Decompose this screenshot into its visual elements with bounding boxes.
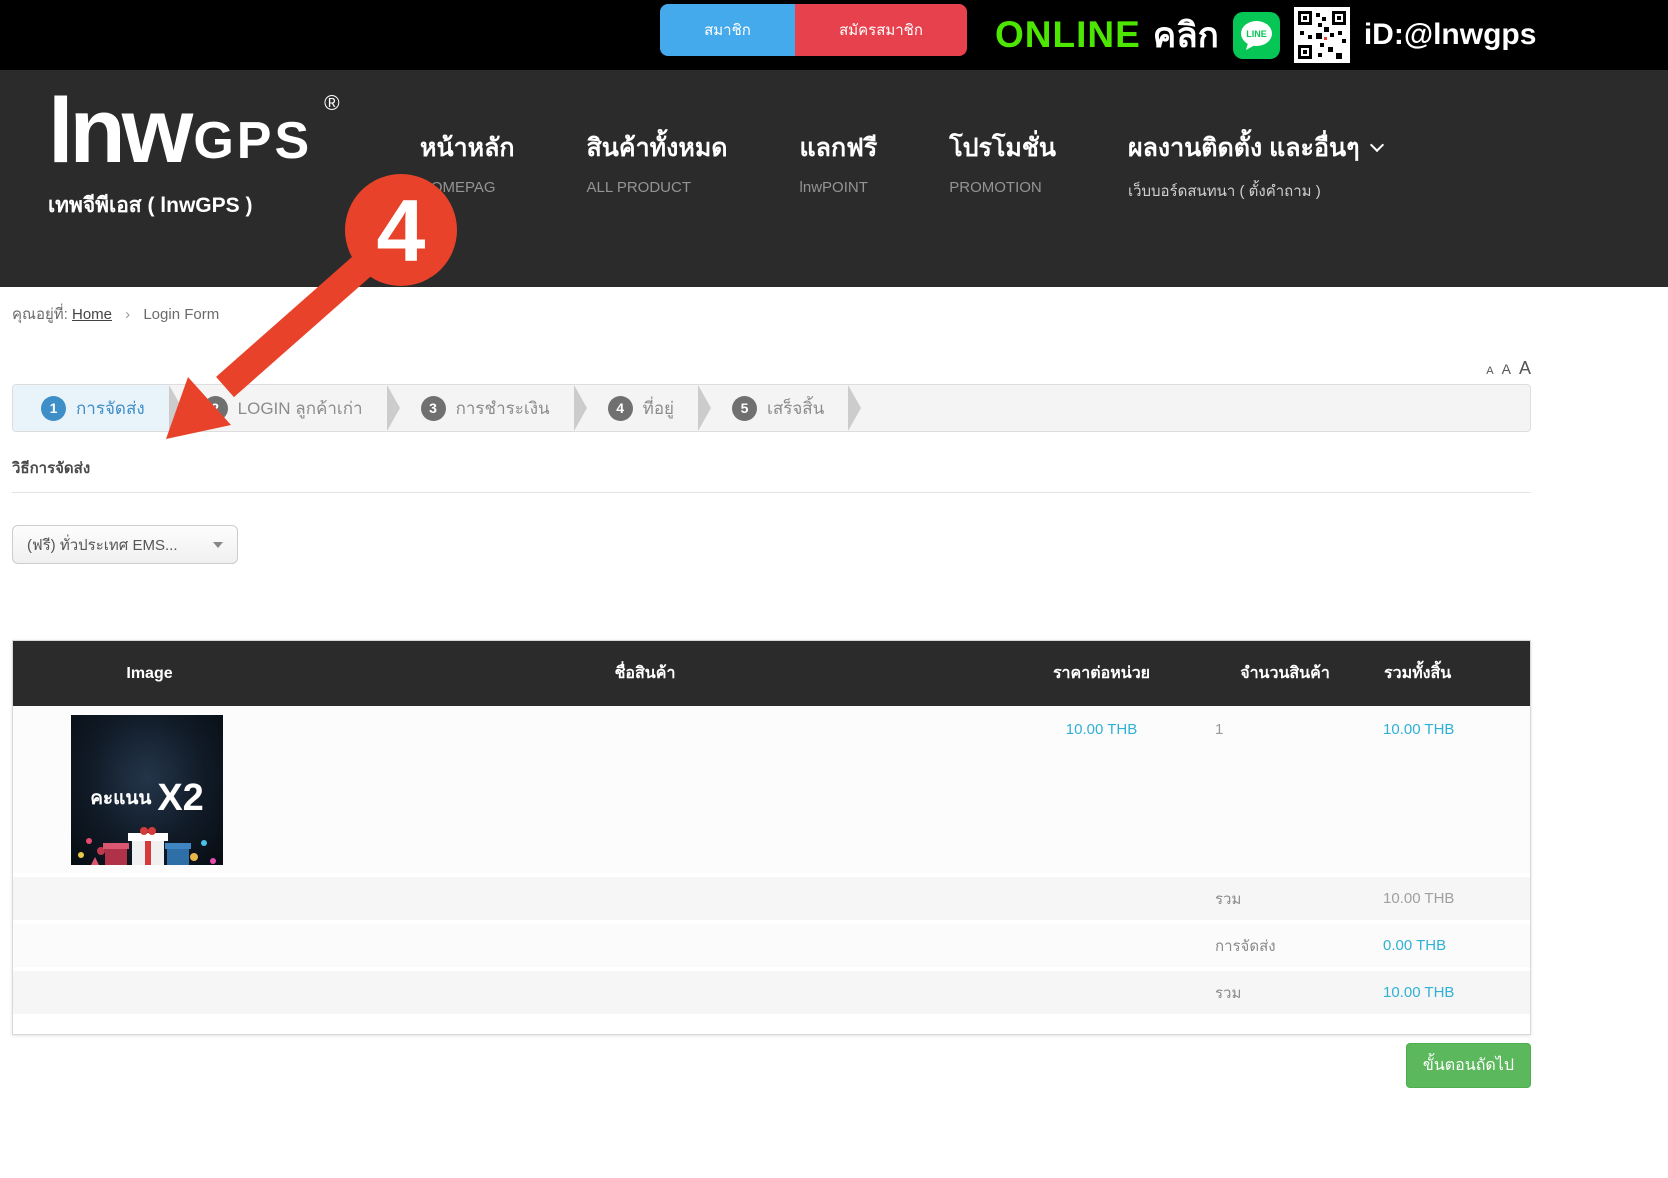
nav-title: แลกฟรี bbox=[800, 128, 878, 168]
font-size-medium-button[interactable]: A bbox=[1502, 361, 1511, 377]
cart-table-header: Image ชื่อสินค้า ราคาต่อหน่วย จำนวนสินค้… bbox=[13, 641, 1530, 706]
shipping-cost-label: การจัดส่ง bbox=[1199, 934, 1371, 958]
step-number-badge: 3 bbox=[421, 396, 446, 421]
shipping-method-value: (ฟรี) ทั่วประเทศ EMS... bbox=[27, 533, 178, 557]
nav-title: สินค้าทั้งหมด bbox=[587, 128, 728, 168]
step-tab-address[interactable]: 4 ที่อยู่ bbox=[574, 385, 698, 431]
gift-boxes-icon bbox=[71, 823, 223, 865]
col-header-quantity: จำนวนสินค้า bbox=[1199, 661, 1371, 686]
logo-subtitle: เทพจีพีเอส ( lnwGPS ) bbox=[48, 189, 340, 222]
site-header: lnw GPS ® เทพจีพีเอส ( lnwGPS ) หน้าหลัก… bbox=[0, 70, 1668, 287]
nav-subtitle: เว็บบอร์ดสนทนา ( ตั้งคำถาม ) bbox=[1128, 179, 1382, 203]
line-icon-label: LINE bbox=[1246, 29, 1267, 39]
breadcrumb-current: Login Form bbox=[143, 306, 219, 323]
member-button[interactable]: สมาชิก bbox=[660, 4, 795, 56]
topbar-buttons: สมาชิก สมัครสมาชิก bbox=[660, 4, 967, 56]
points-x2-graphic: คะแนนX2 bbox=[71, 777, 223, 820]
click-text: คลิก bbox=[1153, 8, 1219, 63]
step-tab-finish[interactable]: 5 เสร็จสิ้น bbox=[698, 385, 848, 431]
step-number-badge: 5 bbox=[732, 396, 757, 421]
nav-item-all-products[interactable]: สินค้าทั้งหมด ALL PRODUCT bbox=[587, 128, 728, 203]
unit-price-value: 10.00 THB bbox=[1004, 706, 1199, 738]
nav-subtitle: ALL PRODUCT bbox=[587, 179, 728, 196]
nav-item-promotion[interactable]: โปรโมชั่น PROMOTION bbox=[949, 128, 1056, 203]
step-tab-payment[interactable]: 3 การชำระเงิน bbox=[387, 385, 574, 431]
online-click-banner[interactable]: ONLINE คลิก LINE iD:@lnwgps bbox=[995, 0, 1536, 70]
nav-title: โปรโมชั่น bbox=[949, 128, 1056, 168]
line-total-value: 10.00 THB bbox=[1371, 706, 1530, 738]
shipping-method-dropdown[interactable]: (ฟรี) ทั่วประเทศ EMS... bbox=[12, 525, 238, 564]
checkout-step-wizard: 1 การจัดส่ง 2 LOGIN ลูกค้าเก่า 3 การชำระ… bbox=[12, 384, 1531, 432]
divider bbox=[12, 492, 1531, 493]
nav-subtitle: HOMEPAG bbox=[420, 179, 515, 196]
step-label: เสร็จสิ้น bbox=[767, 395, 824, 422]
logo-lnw-text: lnw bbox=[48, 88, 189, 175]
logo[interactable]: lnw GPS ® เทพจีพีเอส ( lnwGPS ) bbox=[48, 88, 340, 222]
caret-down-icon bbox=[213, 542, 223, 548]
subtotal-value: 10.00 THB bbox=[1371, 890, 1530, 907]
col-header-image: Image bbox=[13, 665, 286, 683]
step-label: การชำระเงิน bbox=[456, 395, 550, 422]
breadcrumb-prefix: คุณอยู่ที่: bbox=[12, 306, 68, 323]
line-icon[interactable]: LINE bbox=[1233, 12, 1280, 59]
line-id-text: iD:@lnwgps bbox=[1364, 18, 1537, 52]
step-label: ที่อยู่ bbox=[643, 395, 674, 422]
nav-title: ผลงานติดตั้ง และอื่นๆ bbox=[1128, 134, 1360, 162]
main-nav: หน้าหลัก HOMEPAG สินค้าทั้งหมด ALL PRODU… bbox=[420, 128, 1382, 203]
shipping-method-label: วิธีการจัดส่ง bbox=[12, 456, 1531, 480]
next-step-button[interactable]: ขั้นตอนถัดไป bbox=[1406, 1043, 1531, 1088]
qr-code-image bbox=[1294, 7, 1350, 63]
font-size-small-button[interactable]: A bbox=[1486, 365, 1493, 377]
main-content: คุณอยู่ที่: Home › Login Form A A A 1 กา… bbox=[12, 287, 1531, 1088]
chevron-down-icon bbox=[1369, 138, 1383, 152]
font-size-large-button[interactable]: A bbox=[1519, 358, 1531, 379]
cart-item-row: คะแนนX2 bbox=[13, 706, 1530, 873]
step-label: LOGIN ลูกค้าเก่า bbox=[238, 395, 363, 422]
shipping-cost-row: การจัดส่ง 0.00 THB bbox=[13, 920, 1530, 967]
step-tab-login[interactable]: 2 LOGIN ลูกค้าเก่า bbox=[169, 385, 387, 431]
quantity-value: 1 bbox=[1199, 706, 1371, 738]
col-header-product-name: ชื่อสินค้า bbox=[286, 661, 1004, 686]
cart-table: Image ชื่อสินค้า ราคาต่อหน่วย จำนวนสินค้… bbox=[12, 640, 1531, 1035]
product-thumbnail[interactable]: คะแนนX2 bbox=[71, 715, 223, 865]
col-header-unit-price: ราคาต่อหน่วย bbox=[1004, 661, 1199, 686]
nav-subtitle: PROMOTION bbox=[949, 179, 1056, 196]
subtotal-row: รวม 10.00 THB bbox=[13, 873, 1530, 920]
grand-total-value: 10.00 THB bbox=[1371, 984, 1530, 1001]
register-button[interactable]: สมัครสมาชิก bbox=[795, 4, 967, 56]
step-tab-shipping[interactable]: 1 การจัดส่ง bbox=[13, 385, 169, 431]
grand-total-row: รวม 10.00 THB bbox=[13, 967, 1530, 1014]
breadcrumb-separator: › bbox=[125, 306, 130, 323]
step-label: การจัดส่ง bbox=[76, 395, 145, 422]
col-header-total: รวมทั้งสิ้น bbox=[1371, 661, 1530, 686]
nav-item-portfolio[interactable]: ผลงานติดตั้ง และอื่นๆ เว็บบอร์ดสนทนา ( ต… bbox=[1128, 128, 1382, 203]
step-number-badge: 1 bbox=[41, 396, 66, 421]
breadcrumb-home-link[interactable]: Home bbox=[72, 306, 112, 323]
font-size-controls: A A A bbox=[12, 358, 1531, 378]
subtotal-label: รวม bbox=[1199, 887, 1371, 911]
step-number-badge: 2 bbox=[203, 396, 228, 421]
nav-subtitle: lnwPOINT bbox=[800, 179, 878, 196]
grand-total-label: รวม bbox=[1199, 981, 1371, 1005]
shipping-cost-value: 0.00 THB bbox=[1371, 937, 1530, 954]
topbar: สมาชิก สมัครสมาชิก ONLINE คลิก LINE iD:@… bbox=[0, 0, 1668, 70]
nav-item-home[interactable]: หน้าหลัก HOMEPAG bbox=[420, 128, 515, 203]
step-number-badge: 4 bbox=[608, 396, 633, 421]
online-text: ONLINE bbox=[995, 14, 1141, 56]
nav-title: หน้าหลัก bbox=[420, 128, 515, 168]
breadcrumb: คุณอยู่ที่: Home › Login Form bbox=[12, 287, 1531, 326]
registered-mark: ® bbox=[324, 92, 339, 116]
nav-item-free-points[interactable]: แลกฟรี lnwPOINT bbox=[800, 128, 878, 203]
logo-gps-text: GPS bbox=[193, 111, 312, 171]
cart-bottom-spacer bbox=[13, 1014, 1530, 1034]
